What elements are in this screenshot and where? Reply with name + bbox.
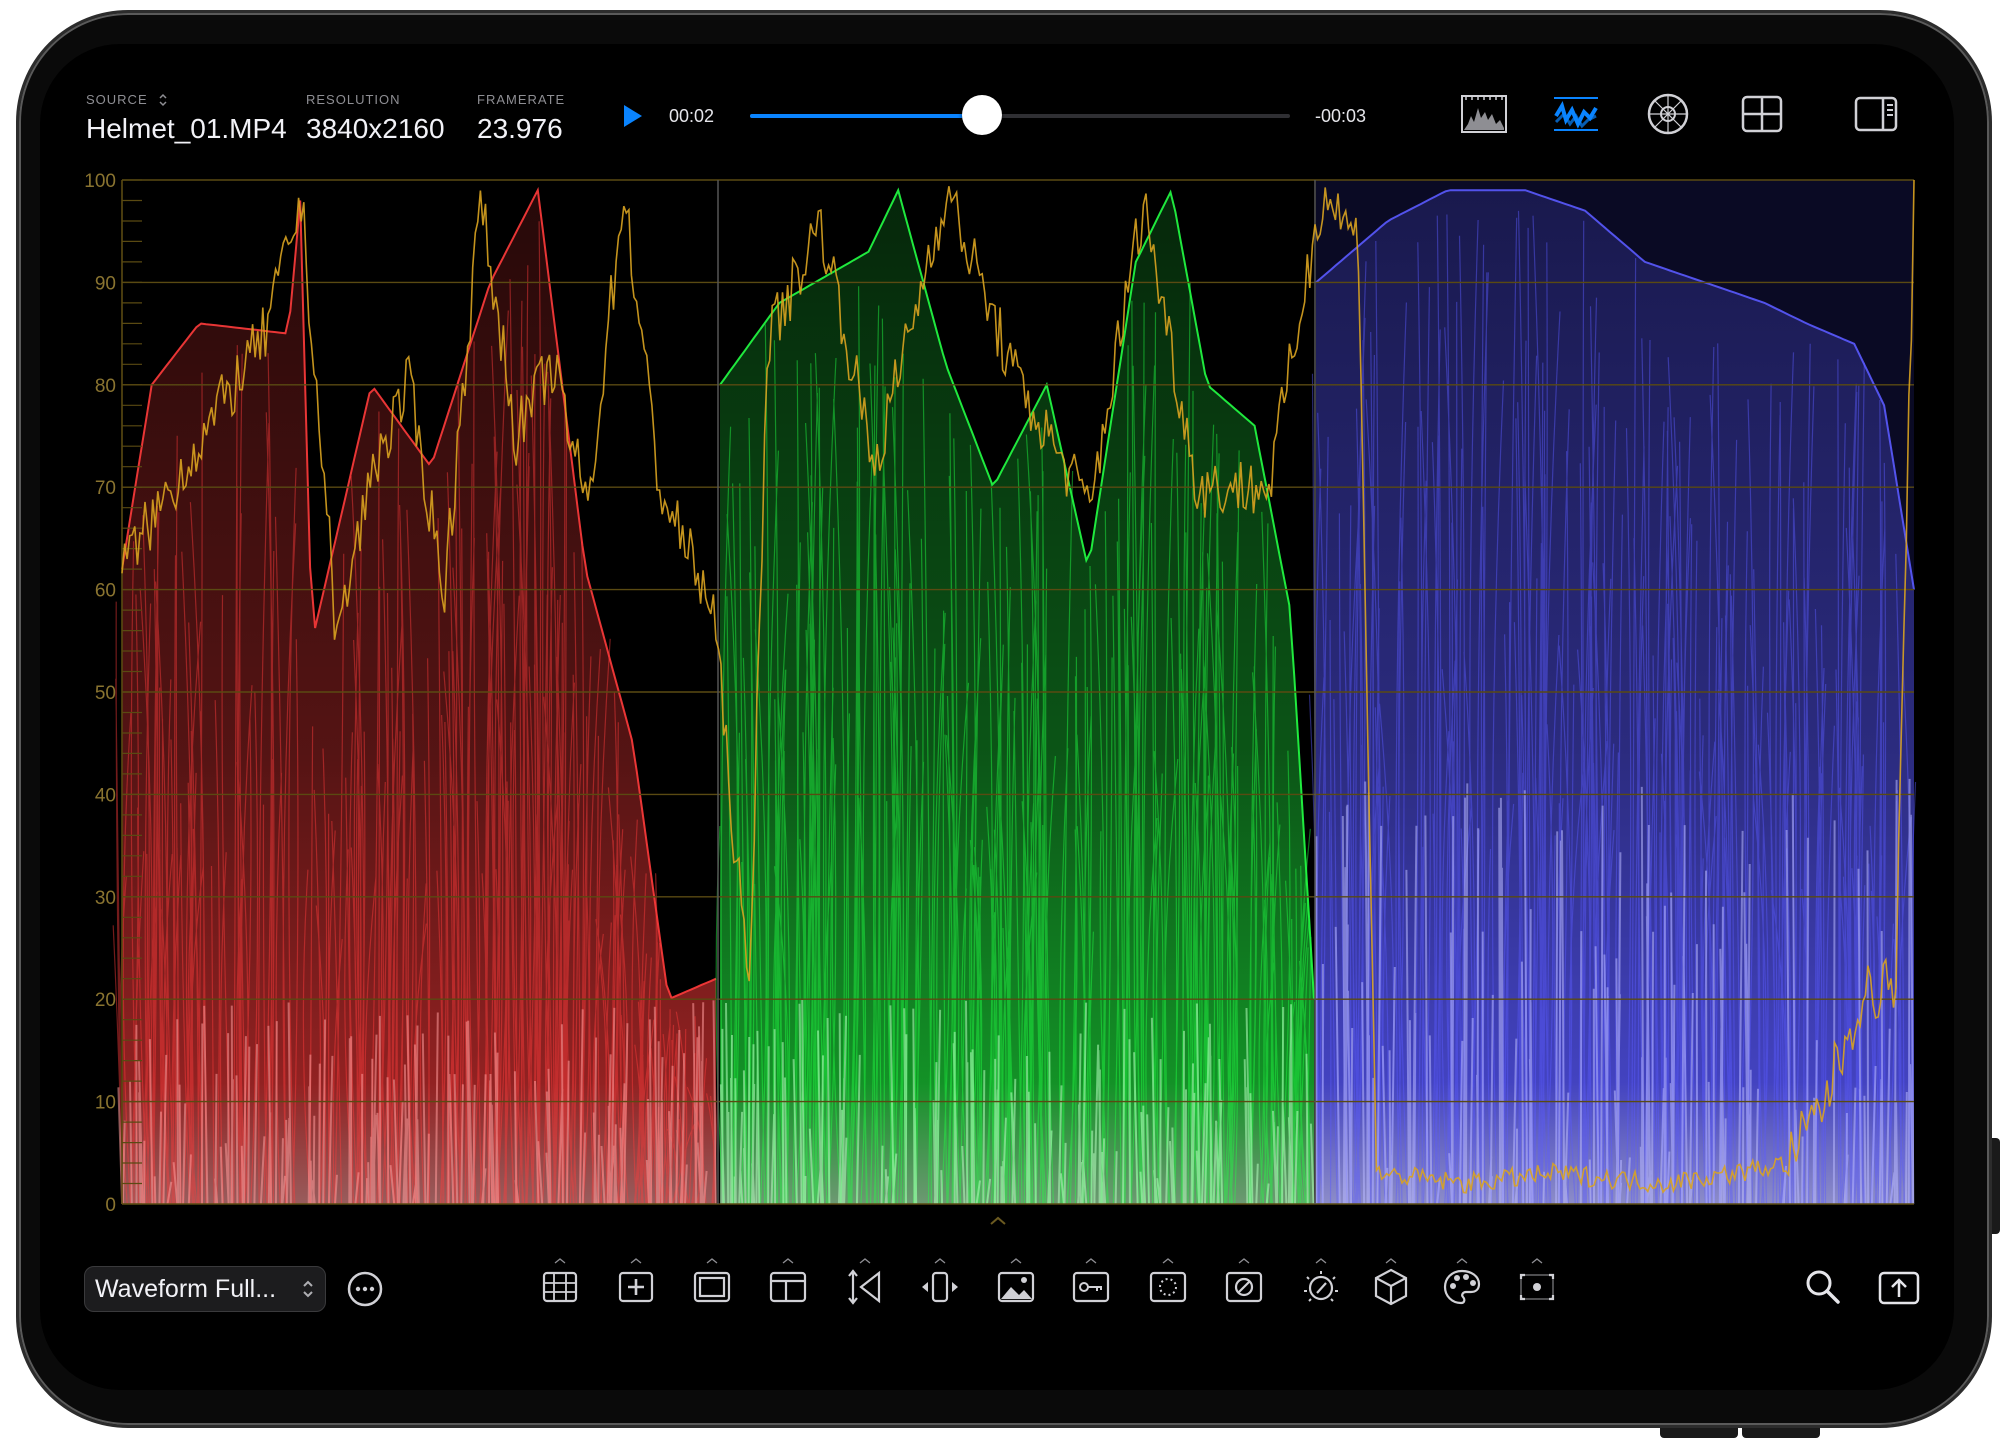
focus-point-button[interactable]	[1510, 1258, 1564, 1314]
frame-guide-icon	[693, 1271, 731, 1303]
chevron-up-icon	[1162, 1258, 1174, 1264]
device-side-button	[1992, 1138, 2000, 1234]
y-tick-label-30: 30	[95, 888, 116, 909]
dotted-circle-icon	[1149, 1271, 1187, 1303]
chevron-up-icon	[1010, 1258, 1022, 1264]
ellipsis-circle-icon	[347, 1271, 383, 1307]
chevron-up-icon	[1238, 1258, 1250, 1264]
grid-icon	[542, 1271, 578, 1303]
grid-button[interactable]	[533, 1258, 587, 1314]
chevron-up-icon	[782, 1258, 794, 1264]
y-tick-label-20: 20	[95, 990, 116, 1011]
dotted-circle-button[interactable]	[1141, 1258, 1195, 1314]
crosshair-icon	[618, 1271, 654, 1303]
chevron-up-icon	[630, 1258, 642, 1264]
chevron-updown-icon	[301, 1277, 315, 1308]
safe-area-button[interactable]	[761, 1258, 815, 1314]
y-tick-label-70: 70	[95, 478, 116, 499]
y-tick-label-0: 0	[105, 1195, 116, 1216]
search-icon	[1806, 1270, 1840, 1304]
more-options-button[interactable]	[346, 1270, 384, 1308]
focus-point-icon	[1519, 1273, 1555, 1301]
rgb-parade-waveform: 1009080706050403020100	[84, 171, 1917, 1216]
chevron-up-icon	[990, 1216, 1006, 1225]
y-tick-label-100: 100	[84, 171, 116, 192]
lut-cube-icon	[1374, 1268, 1408, 1306]
y-tick-label-60: 60	[95, 581, 116, 602]
y-tick-label-40: 40	[95, 785, 116, 806]
scope-preset-select[interactable]: Waveform Full...	[84, 1266, 326, 1312]
horizontal-flip-icon	[922, 1271, 958, 1303]
share-icon	[1878, 1271, 1920, 1305]
exposure-dial-button[interactable]	[1294, 1258, 1348, 1314]
chevron-up-icon	[1315, 1258, 1327, 1264]
horizontal-flip-button[interactable]	[913, 1258, 967, 1314]
color-palette-icon	[1443, 1269, 1481, 1305]
chevron-up-icon	[934, 1258, 946, 1264]
scale-arrows-icon	[848, 1269, 881, 1305]
y-tick-label-50: 50	[95, 683, 116, 704]
y-tick-label-10: 10	[95, 1093, 116, 1114]
chevron-up-icon	[1385, 1258, 1397, 1264]
app-screen: SOURCE Helmet_01.MP4 RESOLUTION 3840x216…	[40, 44, 1954, 1390]
safe-area-icon	[769, 1271, 807, 1303]
color-palette-button[interactable]	[1435, 1258, 1489, 1314]
chevron-up-icon	[706, 1258, 718, 1264]
scale-arrows-button[interactable]	[838, 1258, 892, 1314]
chevron-up-icon	[859, 1258, 871, 1264]
image-overlay-icon	[997, 1271, 1035, 1303]
scope-preset-value: Waveform Full...	[95, 1274, 277, 1303]
y-tick-label-80: 80	[95, 376, 116, 397]
search-button[interactable]	[1796, 1260, 1850, 1314]
key-icon	[1072, 1271, 1110, 1303]
image-overlay-button[interactable]	[989, 1258, 1043, 1314]
device-foot	[1742, 1428, 1820, 1438]
frame-guide-button[interactable]	[685, 1258, 739, 1314]
chevron-up-icon	[1085, 1258, 1097, 1264]
chevron-up-icon	[1456, 1258, 1468, 1264]
no-entry-icon	[1225, 1271, 1263, 1303]
no-entry-button[interactable]	[1217, 1258, 1271, 1314]
exposure-dial-icon	[1304, 1271, 1338, 1302]
lut-cube-button[interactable]	[1364, 1258, 1418, 1314]
crosshair-button[interactable]	[609, 1258, 663, 1314]
key-button[interactable]	[1064, 1258, 1118, 1314]
collapse-toolbar-button[interactable]	[983, 1212, 1013, 1230]
device-foot	[1660, 1428, 1738, 1438]
y-tick-label-90: 90	[95, 273, 116, 294]
share-button[interactable]	[1872, 1260, 1926, 1314]
chevron-up-icon	[1531, 1258, 1543, 1264]
chevron-up-icon	[554, 1258, 566, 1264]
